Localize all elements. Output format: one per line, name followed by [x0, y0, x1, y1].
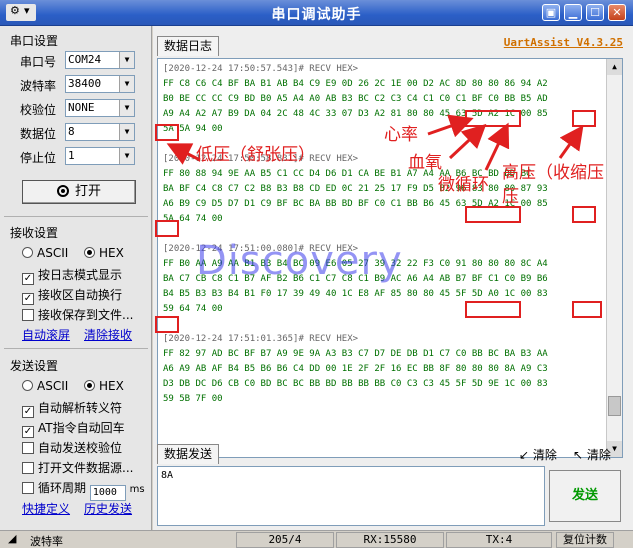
arrow-low-pressure [166, 143, 201, 165]
arrow-microcirculation [484, 122, 510, 171]
arrow-blood-oxygen [448, 123, 487, 160]
status-icon: ◢ [8, 532, 17, 545]
status-label: 波特率 [30, 535, 63, 548]
status-rx: RX:15580 [336, 532, 444, 548]
status-tx: TX:4 [446, 532, 552, 548]
arrow-heart-rate [427, 114, 474, 138]
annotation-arrows [166, 114, 584, 171]
arrow-high-pressure [558, 125, 584, 159]
status-bar: ◢ 波特率 205/4 RX:15580 TX:4 复位计数 [0, 530, 633, 548]
status-count: 205/4 [236, 532, 334, 548]
reset-count-button[interactable]: 复位计数 [556, 532, 614, 548]
